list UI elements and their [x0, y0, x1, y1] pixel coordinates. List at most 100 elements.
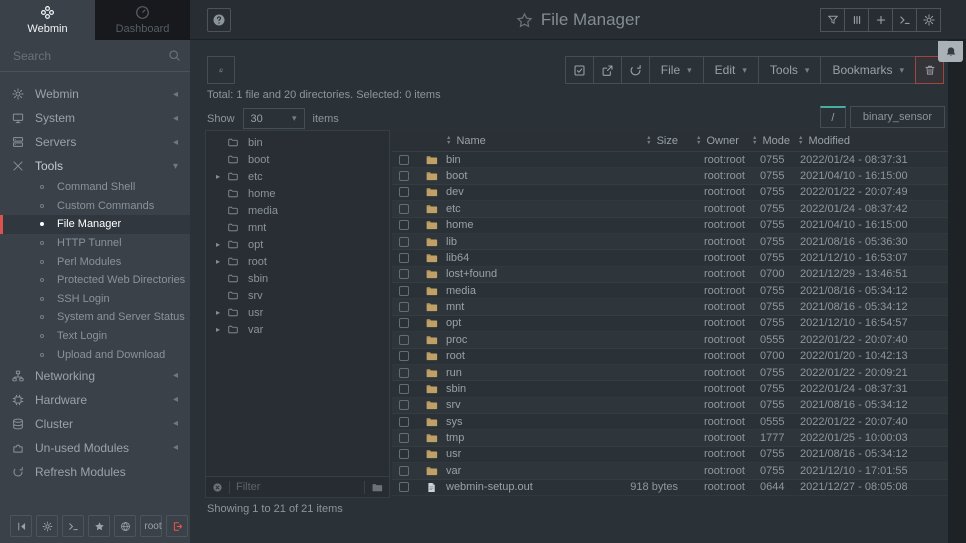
- breadcrumb-root[interactable]: /: [820, 106, 846, 128]
- tree-filter-input[interactable]: [236, 481, 358, 493]
- filter-button[interactable]: [820, 8, 845, 32]
- table-row[interactable]: tmp root:root 1777 2022/01/25 - 10:00:03: [392, 430, 948, 446]
- column-mode[interactable]: ▲▼Mode: [752, 135, 798, 147]
- table-row[interactable]: lib root:root 0755 2021/08/16 - 05:36:30: [392, 234, 948, 250]
- row-checkbox[interactable]: [399, 187, 409, 197]
- terminal-button[interactable]: [62, 515, 84, 537]
- tree-item-home[interactable]: home: [206, 185, 389, 202]
- file-name[interactable]: mnt: [446, 301, 580, 313]
- row-checkbox[interactable]: [399, 171, 409, 181]
- file-name[interactable]: webmin-setup.out: [446, 481, 580, 493]
- table-row[interactable]: webmin-setup.out 918 bytes root:root 064…: [392, 480, 948, 496]
- column-modified[interactable]: ▲▼Modified: [798, 135, 948, 147]
- chevron-right-icon[interactable]: ▸: [216, 240, 227, 249]
- column-owner[interactable]: ▲▼Owner: [690, 135, 752, 147]
- collapse-sidebar-button[interactable]: [10, 515, 32, 537]
- sort-icon[interactable]: ▲▼: [446, 136, 451, 145]
- sidebar-item-http-tunnel[interactable]: HTTP Tunnel: [0, 234, 190, 253]
- search-input[interactable]: [13, 49, 168, 63]
- sidebar-item-ssh-login[interactable]: SSH Login: [0, 290, 190, 309]
- sidebar-item-networking[interactable]: Networking ◂: [0, 364, 190, 388]
- folder-icon[interactable]: [371, 482, 383, 493]
- sidebar-item-servers[interactable]: Servers ◂: [0, 130, 190, 154]
- logout-button[interactable]: [166, 515, 188, 537]
- table-row[interactable]: bin root:root 0755 2022/01/24 - 08:37:31: [392, 152, 948, 168]
- chevron-right-icon[interactable]: ▸: [216, 172, 227, 181]
- clear-filter-icon[interactable]: [212, 482, 223, 493]
- sidebar-item-hardware[interactable]: Hardware ◂: [0, 388, 190, 412]
- table-row[interactable]: opt root:root 0755 2021/12/10 - 16:54:57: [392, 316, 948, 332]
- row-checkbox[interactable]: [399, 286, 409, 296]
- settings-button[interactable]: [916, 8, 941, 32]
- tree-item-usr[interactable]: ▸ usr: [206, 304, 389, 321]
- row-checkbox[interactable]: [399, 335, 409, 345]
- table-row[interactable]: lost+found root:root 0700 2021/12/29 - 1…: [392, 267, 948, 283]
- favorite-star-icon[interactable]: [516, 12, 533, 29]
- file-name[interactable]: srv: [446, 399, 580, 411]
- column-name[interactable]: ▲▼Name: [446, 135, 580, 147]
- tree-item-opt[interactable]: ▸ opt: [206, 236, 389, 253]
- file-name[interactable]: opt: [446, 317, 580, 329]
- sidebar-item-un-used-modules[interactable]: Un-used Modules ◂: [0, 436, 190, 460]
- file-name[interactable]: sys: [446, 416, 580, 428]
- file-name[interactable]: etc: [446, 203, 580, 215]
- tree-item-mnt[interactable]: mnt: [206, 219, 389, 236]
- table-row[interactable]: root root:root 0700 2022/01/20 - 10:42:1…: [392, 349, 948, 365]
- file-name[interactable]: var: [446, 465, 580, 477]
- sidebar-item-tools[interactable]: Tools ▾: [0, 154, 190, 178]
- table-row[interactable]: home root:root 0755 2021/04/10 - 16:15:0…: [392, 218, 948, 234]
- table-row[interactable]: proc root:root 0555 2022/01/22 - 20:07:4…: [392, 332, 948, 348]
- table-row[interactable]: sys root:root 0555 2022/01/22 - 20:07:40: [392, 414, 948, 430]
- refresh-button[interactable]: [621, 56, 650, 84]
- tree-item-sbin[interactable]: sbin: [206, 270, 389, 287]
- row-checkbox[interactable]: [399, 482, 409, 492]
- tree-item-bin[interactable]: bin: [206, 134, 389, 151]
- table-row[interactable]: usr root:root 0755 2021/08/16 - 05:34:12: [392, 447, 948, 463]
- file-name[interactable]: boot: [446, 170, 580, 182]
- sidebar-item-system[interactable]: System ◂: [0, 106, 190, 130]
- breadcrumb-path[interactable]: binary_sensor: [850, 106, 945, 128]
- sidebar-item-upload-and-download[interactable]: Upload and Download: [0, 345, 190, 364]
- table-row[interactable]: mnt root:root 0755 2021/08/16 - 05:34:12: [392, 299, 948, 315]
- sidebar-item-refresh-modules[interactable]: Refresh Modules: [0, 460, 190, 484]
- sidebar-item-perl-modules[interactable]: Perl Modules: [0, 252, 190, 271]
- file-name[interactable]: tmp: [446, 432, 580, 444]
- row-checkbox[interactable]: [399, 368, 409, 378]
- export-button[interactable]: [593, 56, 622, 84]
- sidebar-item-text-login[interactable]: Text Login: [0, 327, 190, 346]
- menu-bookmarks[interactable]: Bookmarks▾: [820, 56, 916, 84]
- table-row[interactable]: lib64 root:root 0755 2021/12/10 - 16:53:…: [392, 250, 948, 266]
- file-name[interactable]: home: [446, 219, 580, 231]
- row-checkbox[interactable]: [399, 204, 409, 214]
- sidebar-item-protected-web-directories[interactable]: Protected Web Directories: [0, 271, 190, 290]
- row-checkbox[interactable]: [399, 302, 409, 312]
- tab-dashboard[interactable]: Dashboard: [95, 0, 190, 40]
- file-name[interactable]: media: [446, 285, 580, 297]
- sort-icon[interactable]: ▲▼: [752, 136, 757, 145]
- file-name[interactable]: sbin: [446, 383, 580, 395]
- select-all-button[interactable]: [565, 56, 594, 84]
- new-window-button[interactable]: [868, 8, 893, 32]
- file-name[interactable]: bin: [446, 154, 580, 166]
- row-checkbox[interactable]: [399, 351, 409, 361]
- page-size-select[interactable]: 30 ▾: [243, 108, 305, 129]
- tree-item-boot[interactable]: boot: [206, 151, 389, 168]
- sidebar-item-file-manager[interactable]: File Manager: [0, 215, 190, 234]
- chevron-right-icon[interactable]: ▸: [216, 325, 227, 334]
- file-name[interactable]: lib: [446, 236, 580, 248]
- notifications-toggle[interactable]: [938, 41, 963, 62]
- file-name[interactable]: root: [446, 350, 580, 362]
- row-checkbox[interactable]: [399, 417, 409, 427]
- row-checkbox[interactable]: [399, 269, 409, 279]
- tree-item-media[interactable]: media: [206, 202, 389, 219]
- tab-webmin[interactable]: Webmin: [0, 0, 95, 40]
- language-globe-button[interactable]: [114, 515, 136, 537]
- sidebar-item-custom-commands[interactable]: Custom Commands: [0, 197, 190, 216]
- file-name[interactable]: lib64: [446, 252, 580, 264]
- sidebar-item-system-and-server-status[interactable]: System and Server Status: [0, 308, 190, 327]
- row-checkbox[interactable]: [399, 449, 409, 459]
- column-size[interactable]: ▲▼Size: [580, 135, 690, 147]
- favorites-star-button[interactable]: [88, 515, 110, 537]
- table-row[interactable]: media root:root 0755 2021/08/16 - 05:34:…: [392, 283, 948, 299]
- menu-tools[interactable]: Tools▾: [758, 56, 822, 84]
